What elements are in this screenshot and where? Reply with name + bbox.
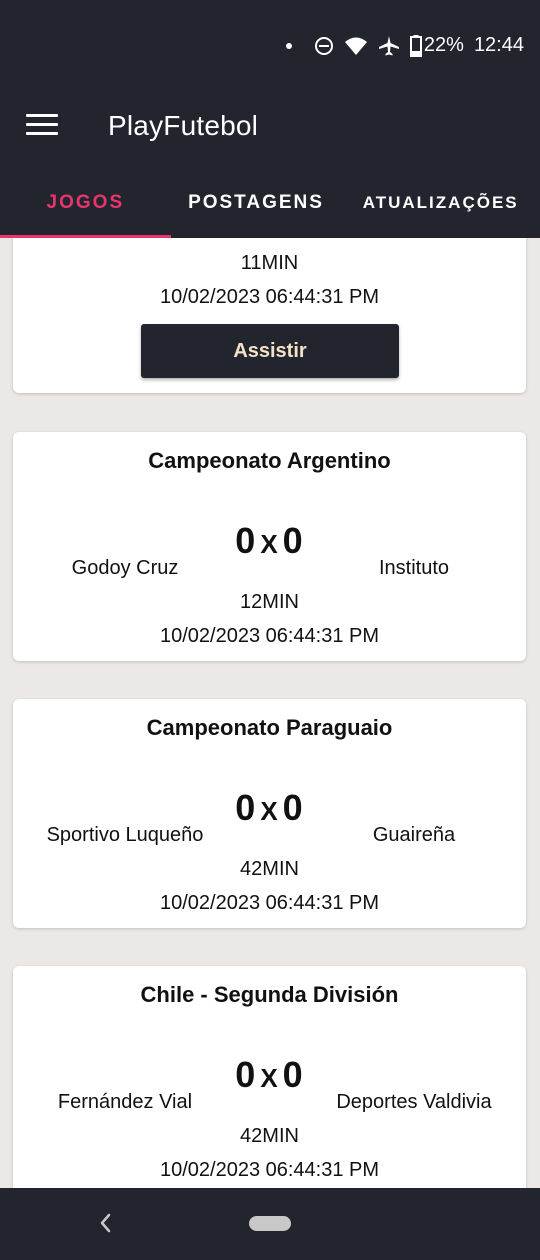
airplane-icon: [378, 35, 400, 57]
match-score: 0X0: [13, 787, 526, 829]
tab-atualizacoes[interactable]: ATUALIZAÇÕES: [341, 168, 540, 238]
tab-jogos[interactable]: JOGOS: [0, 168, 171, 238]
match-list[interactable]: 11MIN 10/02/2023 06:44:31 PM Assistir Ca…: [0, 238, 540, 1188]
league-title: Campeonato Argentino: [148, 448, 391, 473]
away-score: 0: [282, 1054, 304, 1095]
score-separator: X: [260, 529, 279, 559]
battery-icon: [409, 34, 422, 57]
battery-percentage: 22%: [423, 34, 464, 56]
match-card[interactable]: Campeonato Argentino 0X0 Godoy Cruz Inst…: [13, 432, 526, 661]
app-title: PlayFutebol: [108, 110, 259, 141]
home-score: 0: [235, 520, 257, 561]
system-nav-bar: [0, 1188, 540, 1260]
status-bar: 22% 12:44: [0, 0, 540, 92]
back-icon[interactable]: [98, 1210, 112, 1241]
wifi-icon: [344, 36, 368, 56]
score-separator: X: [260, 1063, 279, 1093]
home-score: 0: [235, 787, 257, 828]
match-minute: 11MIN: [240, 252, 299, 274]
match-datetime: 10/02/2023 06:44:31 PM: [159, 892, 380, 914]
league-title: Chile - Segunda División: [140, 982, 399, 1007]
match-score: 0X0: [13, 1054, 526, 1096]
tab-bar: JOGOS POSTAGENS ATUALIZAÇÕES: [0, 168, 540, 238]
match-card[interactable]: Campeonato Paraguaio 0X0 Sportivo Luqueñ…: [13, 699, 526, 928]
away-score: 0: [282, 787, 304, 828]
hamburger-menu-icon[interactable]: [26, 114, 58, 138]
home-pill-icon[interactable]: [249, 1216, 291, 1231]
away-score: 0: [282, 520, 304, 561]
home-score: 0: [235, 1054, 257, 1095]
match-card: 11MIN 10/02/2023 06:44:31 PM Assistir: [13, 238, 526, 393]
match-card[interactable]: Chile - Segunda División 0X0 Fernández V…: [13, 966, 526, 1188]
match-minute: 12MIN: [240, 591, 299, 613]
app-bar: PlayFutebol: [0, 92, 540, 168]
home-team: Godoy Cruz: [71, 557, 179, 579]
away-team: Instituto: [378, 557, 450, 579]
match-minute: 42MIN: [240, 1125, 299, 1147]
status-icons: 22% 12:44: [285, 34, 524, 57]
match-minute: 42MIN: [240, 858, 299, 880]
match-score: 0X0: [13, 520, 526, 562]
league-title: Campeonato Paraguaio: [146, 715, 393, 740]
score-separator: X: [260, 796, 279, 826]
watch-button[interactable]: Assistir: [141, 324, 399, 378]
away-team: Deportes Valdivia: [336, 1091, 492, 1113]
match-datetime: 10/02/2023 06:44:31 PM: [159, 286, 380, 308]
away-team: Guaireña: [372, 824, 456, 846]
home-team: Fernández Vial: [57, 1091, 193, 1113]
notification-dot-icon: [285, 42, 292, 49]
match-datetime: 10/02/2023 06:44:31 PM: [159, 1159, 380, 1181]
do-not-disturb-icon: [314, 36, 334, 56]
match-datetime: 10/02/2023 06:44:31 PM: [159, 625, 380, 647]
tab-postagens[interactable]: POSTAGENS: [171, 168, 342, 238]
clock: 12:44: [473, 34, 524, 56]
home-team: Sportivo Luqueño: [46, 824, 204, 846]
